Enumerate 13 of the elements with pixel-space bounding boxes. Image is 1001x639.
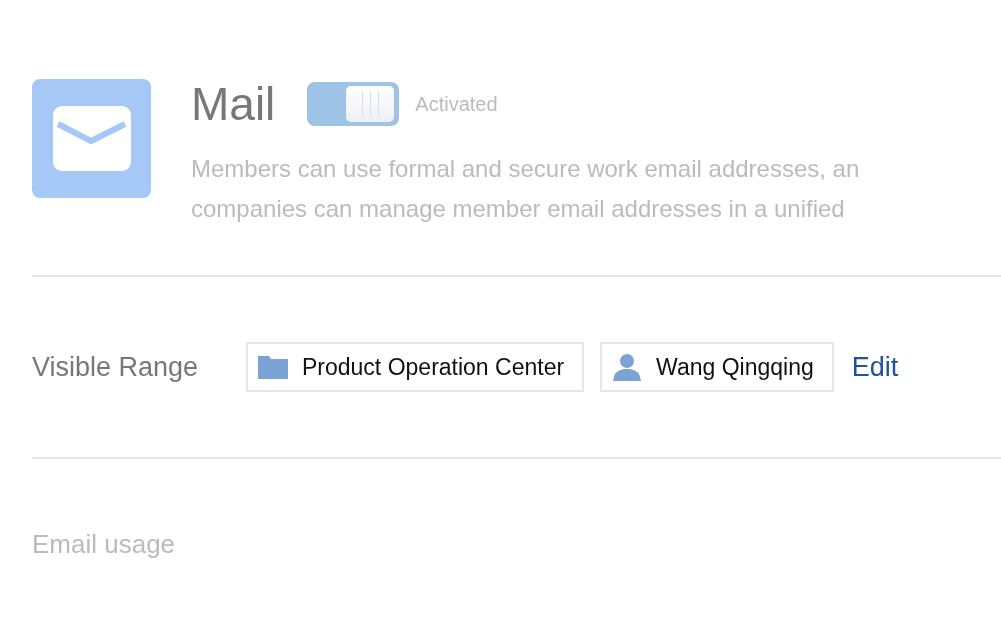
edit-link[interactable]: Edit (851, 351, 899, 383)
tag-label: Wang Qingqing (656, 353, 814, 381)
description-line: Members can use formal and secure work email addresses, an (191, 154, 860, 184)
folder-icon (258, 355, 288, 379)
email-usage-label: Email usage (32, 529, 177, 560)
toggle-switch[interactable] (307, 82, 400, 126)
status-label: Activated (415, 92, 498, 116)
tag-label: Product Operation Center (302, 353, 565, 381)
person-icon (612, 353, 643, 381)
description-line: companies can manage member email addresses in a unified (191, 194, 846, 224)
app-title: Mail (191, 77, 276, 131)
visible-range-label: Visible Range (32, 351, 200, 383)
mail-icon (32, 79, 151, 198)
